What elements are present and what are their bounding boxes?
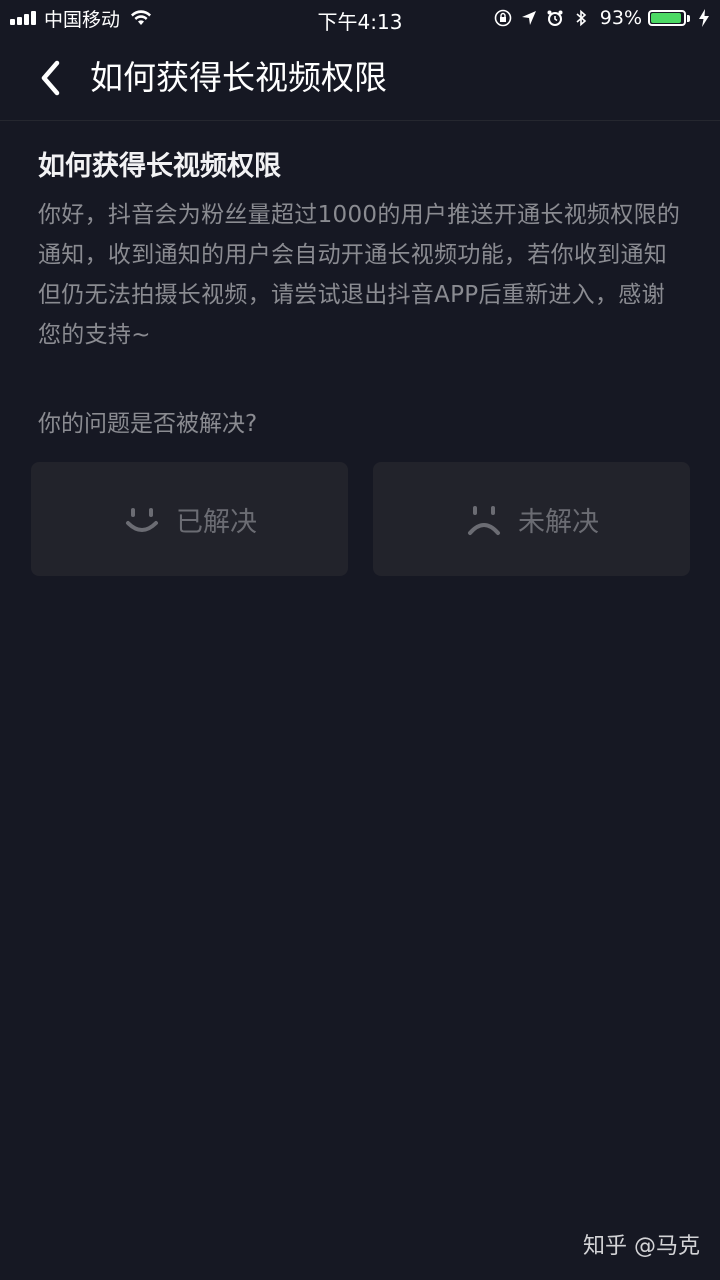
status-bar: 中国移动 下午4:13 93% bbox=[0, 0, 720, 36]
article: 如何获得长视频权限 你好，抖音会为粉丝量超过1000的用户推送开通长视频权限的通… bbox=[38, 145, 688, 355]
resolved-label: 已解决 bbox=[176, 506, 257, 538]
alarm-icon bbox=[547, 10, 563, 26]
unresolved-label: 未解决 bbox=[518, 506, 599, 538]
status-right: 93% bbox=[486, 6, 710, 30]
chevron-left-icon bbox=[41, 60, 60, 96]
battery-icon bbox=[648, 10, 686, 26]
charging-icon bbox=[699, 9, 709, 27]
back-button[interactable] bbox=[30, 56, 70, 100]
page-title: 如何获得长视频权限 bbox=[90, 58, 387, 97]
frown-icon bbox=[468, 506, 500, 535]
article-title: 如何获得长视频权限 bbox=[38, 151, 281, 182]
battery-cap bbox=[687, 14, 690, 22]
smile-icon bbox=[126, 508, 158, 532]
app-screen: 中国移动 下午4:13 93% 如何获得长视频权限 如何获得长视频权限 你好，抖… bbox=[0, 0, 720, 1280]
nav-header: 如何获得长视频权限 bbox=[0, 36, 720, 121]
article-body: 你好，抖音会为粉丝量超过1000的用户推送开通长视频权限的通知，收到通知的用户会… bbox=[38, 202, 681, 348]
battery-level bbox=[651, 13, 681, 23]
watermark: 知乎 @马克 bbox=[583, 1234, 700, 1259]
bluetooth-icon bbox=[576, 9, 586, 27]
rotation-lock-icon bbox=[494, 9, 512, 27]
battery-percent: 93% bbox=[599, 7, 642, 29]
feedback-buttons: 已解决 未解决 bbox=[31, 462, 690, 576]
resolved-button[interactable]: 已解决 bbox=[31, 462, 348, 576]
location-icon bbox=[521, 11, 536, 25]
unresolved-button[interactable]: 未解决 bbox=[373, 462, 690, 576]
feedback-question: 你的问题是否被解决? bbox=[38, 411, 258, 437]
